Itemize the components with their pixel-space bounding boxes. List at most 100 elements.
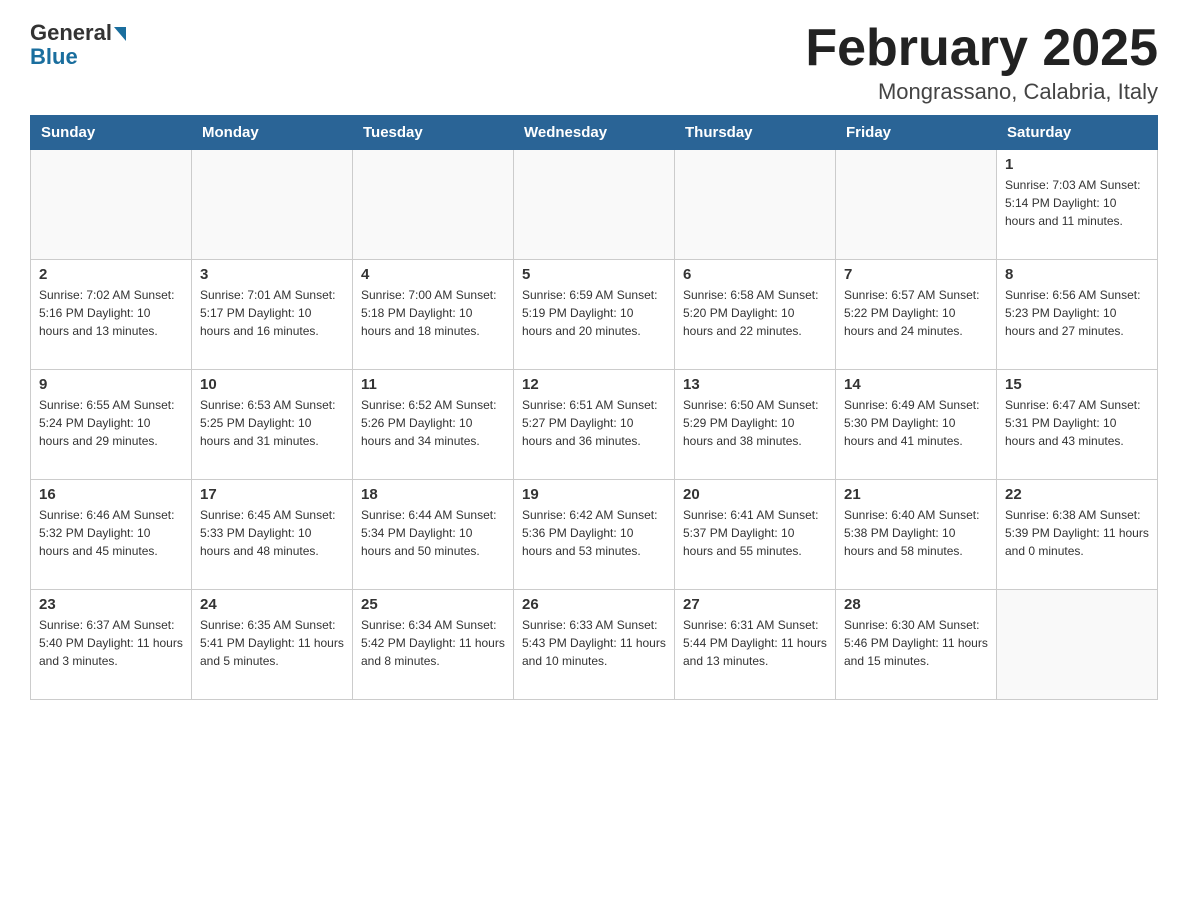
day-info: Sunrise: 6:38 AM Sunset: 5:39 PM Dayligh… [1005,506,1149,560]
calendar-cell: 4 Sunrise: 7:00 AM Sunset: 5:18 PM Daylig… [353,260,514,370]
day-number: 25 [361,596,505,613]
day-number: 18 [361,486,505,503]
logo: General Blue [30,20,126,70]
day-info: Sunrise: 6:44 AM Sunset: 5:34 PM Dayligh… [361,506,505,560]
calendar-cell [353,150,514,260]
day-number: 1 [1005,156,1149,173]
day-number: 15 [1005,376,1149,393]
page-header: General Blue February 2025 Mongrassano, … [30,20,1158,105]
calendar-cell [192,150,353,260]
day-number: 9 [39,376,183,393]
day-info: Sunrise: 6:33 AM Sunset: 5:43 PM Dayligh… [522,616,666,670]
day-number: 10 [200,376,344,393]
day-info: Sunrise: 7:01 AM Sunset: 5:17 PM Dayligh… [200,286,344,340]
calendar-cell: 19 Sunrise: 6:42 AM Sunset: 5:36 PM Dayli… [514,480,675,590]
calendar-cell: 17 Sunrise: 6:45 AM Sunset: 5:33 PM Dayli… [192,480,353,590]
day-info: Sunrise: 6:31 AM Sunset: 5:44 PM Dayligh… [683,616,827,670]
day-number: 3 [200,266,344,283]
weekday-header-thursday: Thursday [675,116,836,150]
calendar-cell: 28 Sunrise: 6:30 AM Sunset: 5:46 PM Dayli… [836,590,997,700]
calendar-cell: 23 Sunrise: 6:37 AM Sunset: 5:40 PM Dayli… [31,590,192,700]
day-info: Sunrise: 6:56 AM Sunset: 5:23 PM Dayligh… [1005,286,1149,340]
calendar-cell: 27 Sunrise: 6:31 AM Sunset: 5:44 PM Dayli… [675,590,836,700]
day-number: 8 [1005,266,1149,283]
calendar-cell: 9 Sunrise: 6:55 AM Sunset: 5:24 PM Daylig… [31,370,192,480]
calendar-cell [675,150,836,260]
calendar-cell: 8 Sunrise: 6:56 AM Sunset: 5:23 PM Daylig… [997,260,1158,370]
calendar-cell: 1 Sunrise: 7:03 AM Sunset: 5:14 PM Daylig… [997,150,1158,260]
calendar-cell: 22 Sunrise: 6:38 AM Sunset: 5:39 PM Dayli… [997,480,1158,590]
calendar-week-row: 9 Sunrise: 6:55 AM Sunset: 5:24 PM Daylig… [31,370,1158,480]
day-info: Sunrise: 6:53 AM Sunset: 5:25 PM Dayligh… [200,396,344,450]
weekday-header-wednesday: Wednesday [514,116,675,150]
day-info: Sunrise: 6:37 AM Sunset: 5:40 PM Dayligh… [39,616,183,670]
weekday-header-sunday: Sunday [31,116,192,150]
day-info: Sunrise: 6:52 AM Sunset: 5:26 PM Dayligh… [361,396,505,450]
day-number: 7 [844,266,988,283]
weekday-header-monday: Monday [192,116,353,150]
day-number: 24 [200,596,344,613]
calendar-cell: 12 Sunrise: 6:51 AM Sunset: 5:27 PM Dayli… [514,370,675,480]
day-info: Sunrise: 7:02 AM Sunset: 5:16 PM Dayligh… [39,286,183,340]
day-info: Sunrise: 6:30 AM Sunset: 5:46 PM Dayligh… [844,616,988,670]
logo-arrow-icon [114,27,126,41]
day-number: 13 [683,376,827,393]
day-number: 6 [683,266,827,283]
calendar-cell [514,150,675,260]
day-number: 21 [844,486,988,503]
day-number: 11 [361,376,505,393]
day-info: Sunrise: 6:59 AM Sunset: 5:19 PM Dayligh… [522,286,666,340]
title-block: February 2025 Mongrassano, Calabria, Ita… [805,20,1158,105]
weekday-header-friday: Friday [836,116,997,150]
day-number: 26 [522,596,666,613]
calendar-cell: 5 Sunrise: 6:59 AM Sunset: 5:19 PM Daylig… [514,260,675,370]
day-info: Sunrise: 7:00 AM Sunset: 5:18 PM Dayligh… [361,286,505,340]
day-number: 16 [39,486,183,503]
calendar-cell: 15Sunrise: 6:47 AM Sunset: 5:31 PM Dayli… [997,370,1158,480]
weekday-header-row: SundayMondayTuesdayWednesdayThursdayFrid… [31,116,1158,150]
calendar-week-row: 16Sunrise: 6:46 AM Sunset: 5:32 PM Dayli… [31,480,1158,590]
day-number: 27 [683,596,827,613]
day-number: 22 [1005,486,1149,503]
logo-general-text: General [30,20,112,46]
calendar-cell: 21 Sunrise: 6:40 AM Sunset: 5:38 PM Dayli… [836,480,997,590]
day-number: 23 [39,596,183,613]
day-info: Sunrise: 6:35 AM Sunset: 5:41 PM Dayligh… [200,616,344,670]
day-info: Sunrise: 6:42 AM Sunset: 5:36 PM Dayligh… [522,506,666,560]
calendar-week-row: 1 Sunrise: 7:03 AM Sunset: 5:14 PM Daylig… [31,150,1158,260]
calendar-cell: 24 Sunrise: 6:35 AM Sunset: 5:41 PM Dayli… [192,590,353,700]
calendar-cell: 16Sunrise: 6:46 AM Sunset: 5:32 PM Dayli… [31,480,192,590]
calendar-cell [31,150,192,260]
calendar-cell: 14Sunrise: 6:49 AM Sunset: 5:30 PM Dayli… [836,370,997,480]
day-info: Sunrise: 6:41 AM Sunset: 5:37 PM Dayligh… [683,506,827,560]
day-number: 28 [844,596,988,613]
month-title: February 2025 [805,20,1158,77]
day-info: Sunrise: 6:40 AM Sunset: 5:38 PM Dayligh… [844,506,988,560]
calendar-cell: 10 Sunrise: 6:53 AM Sunset: 5:25 PM Dayli… [192,370,353,480]
weekday-header-tuesday: Tuesday [353,116,514,150]
calendar-cell: 13 Sunrise: 6:50 AM Sunset: 5:29 PM Dayli… [675,370,836,480]
day-number: 17 [200,486,344,503]
day-info: Sunrise: 6:58 AM Sunset: 5:20 PM Dayligh… [683,286,827,340]
day-number: 14 [844,376,988,393]
day-info: Sunrise: 6:51 AM Sunset: 5:27 PM Dayligh… [522,396,666,450]
day-info: Sunrise: 6:55 AM Sunset: 5:24 PM Dayligh… [39,396,183,450]
logo-blue-text: Blue [30,44,78,70]
calendar-cell: 7 Sunrise: 6:57 AM Sunset: 5:22 PM Daylig… [836,260,997,370]
calendar-cell: 3 Sunrise: 7:01 AM Sunset: 5:17 PM Daylig… [192,260,353,370]
day-info: Sunrise: 6:50 AM Sunset: 5:29 PM Dayligh… [683,396,827,450]
calendar-cell: 6 Sunrise: 6:58 AM Sunset: 5:20 PM Daylig… [675,260,836,370]
weekday-header-saturday: Saturday [997,116,1158,150]
day-number: 12 [522,376,666,393]
day-number: 2 [39,266,183,283]
day-number: 5 [522,266,666,283]
calendar-cell: 26 Sunrise: 6:33 AM Sunset: 5:43 PM Dayli… [514,590,675,700]
day-info: Sunrise: 7:03 AM Sunset: 5:14 PM Dayligh… [1005,176,1149,230]
day-info: Sunrise: 6:57 AM Sunset: 5:22 PM Dayligh… [844,286,988,340]
day-number: 19 [522,486,666,503]
day-number: 4 [361,266,505,283]
location-text: Mongrassano, Calabria, Italy [805,79,1158,105]
calendar-cell: 11 Sunrise: 6:52 AM Sunset: 5:26 PM Dayli… [353,370,514,480]
day-info: Sunrise: 6:34 AM Sunset: 5:42 PM Dayligh… [361,616,505,670]
day-info: Sunrise: 6:45 AM Sunset: 5:33 PM Dayligh… [200,506,344,560]
